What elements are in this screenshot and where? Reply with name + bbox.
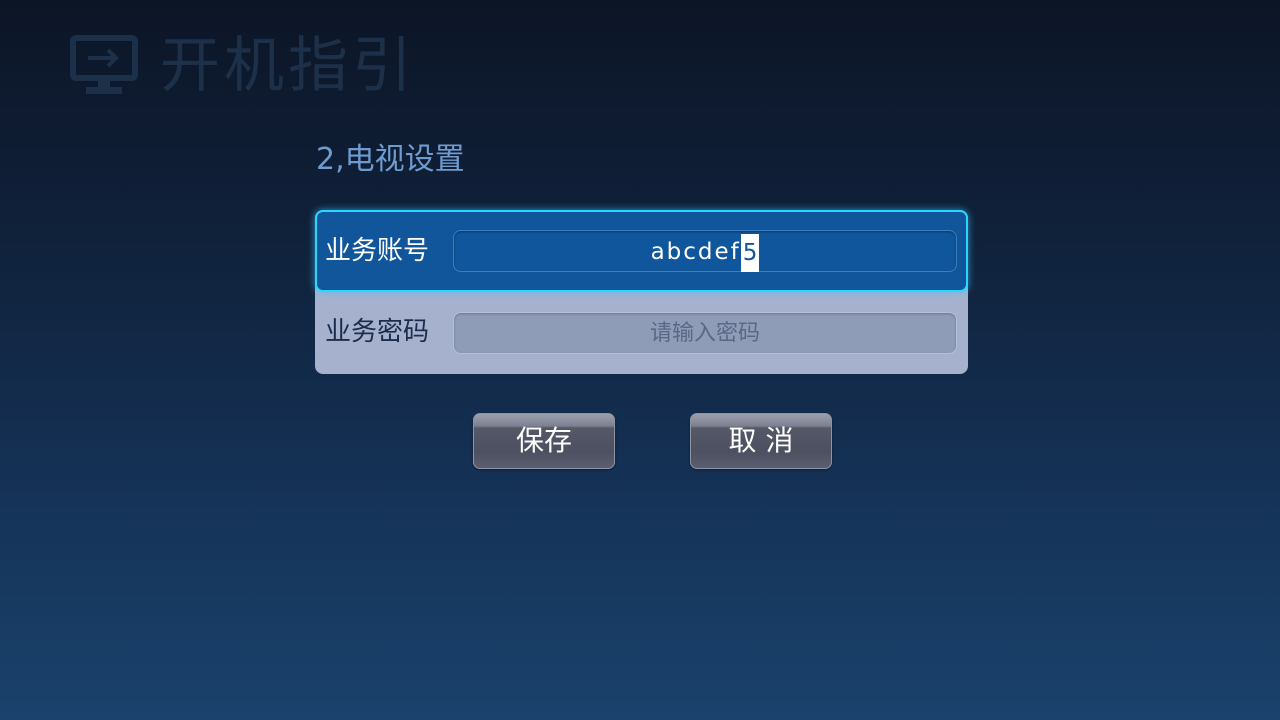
password-placeholder: 请输入密码 — [649, 321, 760, 346]
account-input[interactable]: abcdef5 — [453, 230, 957, 272]
password-label: 业务密码 — [325, 317, 430, 347]
monitor-arrow-icon — [70, 35, 138, 94]
account-label: 业务账号 — [325, 236, 430, 266]
page-header: 开机指引 — [70, 30, 416, 102]
account-input-value: abcdef — [650, 239, 741, 265]
settings-form: 业务账号 abcdef5 业务密码 请输入密码 — [315, 210, 968, 374]
page-title: 开机指引 — [160, 31, 416, 101]
save-button[interactable]: 保存 — [473, 413, 615, 469]
password-row[interactable]: 业务密码 请输入密码 — [315, 292, 968, 374]
step-title: 2,电视设置 — [316, 142, 465, 177]
account-row[interactable]: 业务账号 abcdef5 — [315, 210, 968, 292]
password-input[interactable]: 请输入密码 — [453, 312, 957, 354]
cancel-button[interactable]: 取 消 — [690, 413, 832, 469]
text-cursor: 5 — [740, 233, 760, 272]
